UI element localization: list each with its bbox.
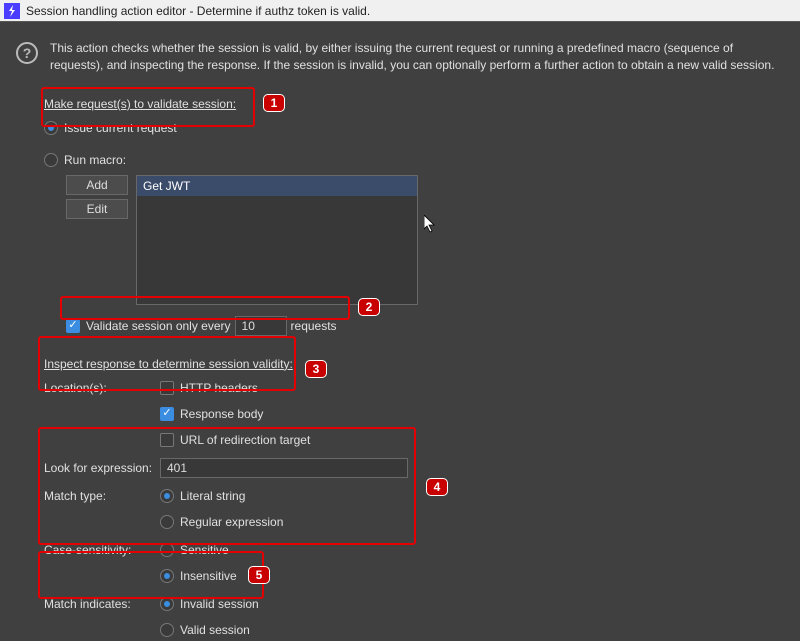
- radio-issue-current[interactable]: [44, 121, 58, 135]
- macro-list[interactable]: Get JWT: [136, 175, 418, 305]
- check-http-headers[interactable]: [160, 381, 174, 395]
- label-http-headers: HTTP headers: [180, 381, 258, 395]
- check-url-redirect[interactable]: [160, 433, 174, 447]
- label-response-body: Response body: [180, 407, 263, 421]
- label-validate-unit: requests: [291, 319, 337, 333]
- label-sensitive: Sensitive: [180, 543, 229, 557]
- radio-valid-session[interactable]: [160, 623, 174, 637]
- help-icon[interactable]: ?: [16, 42, 38, 64]
- radio-sensitive[interactable]: [160, 543, 174, 557]
- label-invalid-session: Invalid session: [180, 597, 259, 611]
- description-text: This action checks whether the session i…: [50, 40, 784, 75]
- label-match-type: Match type:: [44, 489, 160, 503]
- radio-insensitive[interactable]: [160, 569, 174, 583]
- validate-count-input[interactable]: 10: [235, 316, 287, 336]
- title-bar: Session handling action editor - Determi…: [0, 0, 800, 22]
- radio-invalid-session[interactable]: [160, 597, 174, 611]
- label-run-macro: Run macro:: [64, 153, 126, 167]
- label-literal: Literal string: [180, 489, 245, 503]
- label-regex: Regular expression: [180, 515, 283, 529]
- label-match-indicates: Match indicates:: [44, 597, 160, 611]
- inspect-heading: Inspect response to determine session va…: [44, 357, 784, 371]
- label-issue-current: Issue current request: [64, 121, 177, 135]
- app-icon: [4, 3, 20, 19]
- validate-heading: Make request(s) to validate session:: [44, 97, 784, 111]
- radio-literal-string[interactable]: [160, 489, 174, 503]
- label-case-sens: Case-sensitivity:: [44, 543, 160, 557]
- check-validate-every[interactable]: [66, 319, 80, 333]
- label-valid-session: Valid session: [180, 623, 250, 637]
- expression-input[interactable]: 401: [160, 458, 408, 478]
- label-locations: Location(s):: [44, 381, 160, 395]
- radio-run-macro[interactable]: [44, 153, 58, 167]
- description-row: ? This action checks whether the session…: [0, 22, 800, 87]
- edit-button[interactable]: Edit: [66, 199, 128, 219]
- label-validate-every: Validate session only every: [86, 319, 231, 333]
- add-button[interactable]: Add: [66, 175, 128, 195]
- label-insensitive: Insensitive: [180, 569, 237, 583]
- macro-item[interactable]: Get JWT: [137, 176, 417, 196]
- radio-regex[interactable]: [160, 515, 174, 529]
- label-look-for: Look for expression:: [44, 461, 160, 475]
- window-title: Session handling action editor - Determi…: [26, 4, 370, 18]
- label-url-redirect: URL of redirection target: [180, 433, 310, 447]
- check-response-body[interactable]: [160, 407, 174, 421]
